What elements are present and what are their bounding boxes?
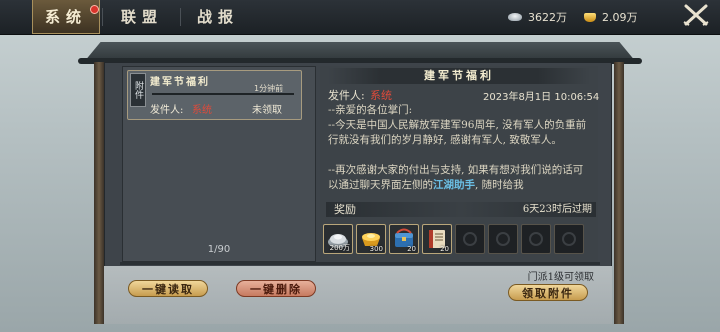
tab-alliance-label: 联盟 (120, 8, 163, 26)
crossed-swords-icon[interactable] (676, 3, 716, 31)
top-navigation-bar: 系统 联盟 战报 3622万 2.09万 (0, 0, 720, 35)
mail-item-status: 未领取 (252, 105, 282, 116)
body-line: --今天是中国人民解放军建军96周年, 没有军人的负重前行就没有我们的岁月静好,… (328, 119, 587, 146)
reward-slot[interactable]: 300 (356, 224, 386, 254)
panel-bottom-edge (120, 262, 600, 265)
detail-sender: 系统 (370, 89, 392, 102)
empty-reward-slot (521, 224, 551, 254)
empty-reward-slot (488, 224, 518, 254)
empty-slot-ring (463, 232, 477, 246)
mail-body[interactable]: --亲爱的各位掌门: --今天是中国人民解放军建军96周年, 没有军人的负重前行… (328, 103, 590, 193)
empty-slot-ring (562, 232, 576, 246)
gold-amount: 2.09万 (602, 11, 638, 24)
gold-counter: 2.09万 (584, 0, 638, 34)
tab-separator (180, 8, 181, 26)
tab-separator (102, 8, 103, 26)
reward-qty: 200万 (329, 244, 350, 252)
reward-slot[interactable]: 200万 (323, 224, 353, 254)
detail-sender-label: 发件人: (328, 89, 365, 102)
detail-datetime: 2023年8月1日 10:06:54 (483, 92, 600, 103)
notification-dot (90, 5, 99, 14)
mail-item-divider (152, 93, 294, 95)
mail-item-sender: 系统 (192, 105, 212, 116)
empty-slot-ring (529, 232, 543, 246)
read-all-button[interactable]: 一键读取 (128, 280, 208, 297)
mail-detail-title: 建军节福利 (424, 69, 494, 82)
silver-counter: 3622万 (508, 0, 567, 34)
mail-count: 1/90 (207, 244, 231, 255)
tab-alliance[interactable]: 联盟 (108, 0, 176, 34)
reward-slot[interactable]: 20 (422, 224, 452, 254)
tab-system[interactable]: 系统 (32, 0, 100, 34)
gold-ingot-icon (584, 12, 596, 22)
tab-battle-report[interactable]: 战报 (184, 0, 252, 34)
body-text: , 随时给我 (475, 179, 524, 191)
body-line: --再次感谢大家的付出与支持, 如果有想对我们说的话可以通过聊天界面左侧的江湖助… (328, 163, 590, 193)
body-line: --亲爱的各位掌门: (328, 104, 413, 116)
right-pillar (614, 62, 624, 324)
silver-amount: 3622万 (528, 11, 567, 24)
jianghu-assistant-link[interactable]: 江湖助手 (433, 179, 475, 191)
reward-slot[interactable]: 20 (389, 224, 419, 254)
empty-reward-slot (455, 224, 485, 254)
silver-ingot-icon (508, 13, 522, 21)
body-line (328, 148, 590, 163)
tab-system-label: 系统 (44, 8, 87, 26)
reward-qty: 20 (407, 245, 416, 253)
empty-reward-slot (554, 224, 584, 254)
tab-battle-report-label: 战报 (196, 8, 239, 26)
empty-slot-ring (496, 232, 510, 246)
reward-qty: 300 (369, 245, 383, 253)
claim-requirement: 门派1级可领取 (527, 272, 594, 283)
mail-item-title: 建军节福利 (150, 77, 210, 88)
left-pillar (94, 62, 104, 324)
reward-label: 奖励 (334, 203, 356, 216)
mail-item-sender-label: 发件人: (150, 105, 184, 116)
attachment-tag: 附件 (130, 73, 146, 107)
delete-all-button[interactable]: 一键删除 (236, 280, 316, 297)
claim-attachment-button[interactable]: 领取附件 (508, 284, 588, 301)
reward-expiry: 6天23时后过期 (522, 204, 592, 215)
reward-qty: 20 (440, 245, 449, 253)
